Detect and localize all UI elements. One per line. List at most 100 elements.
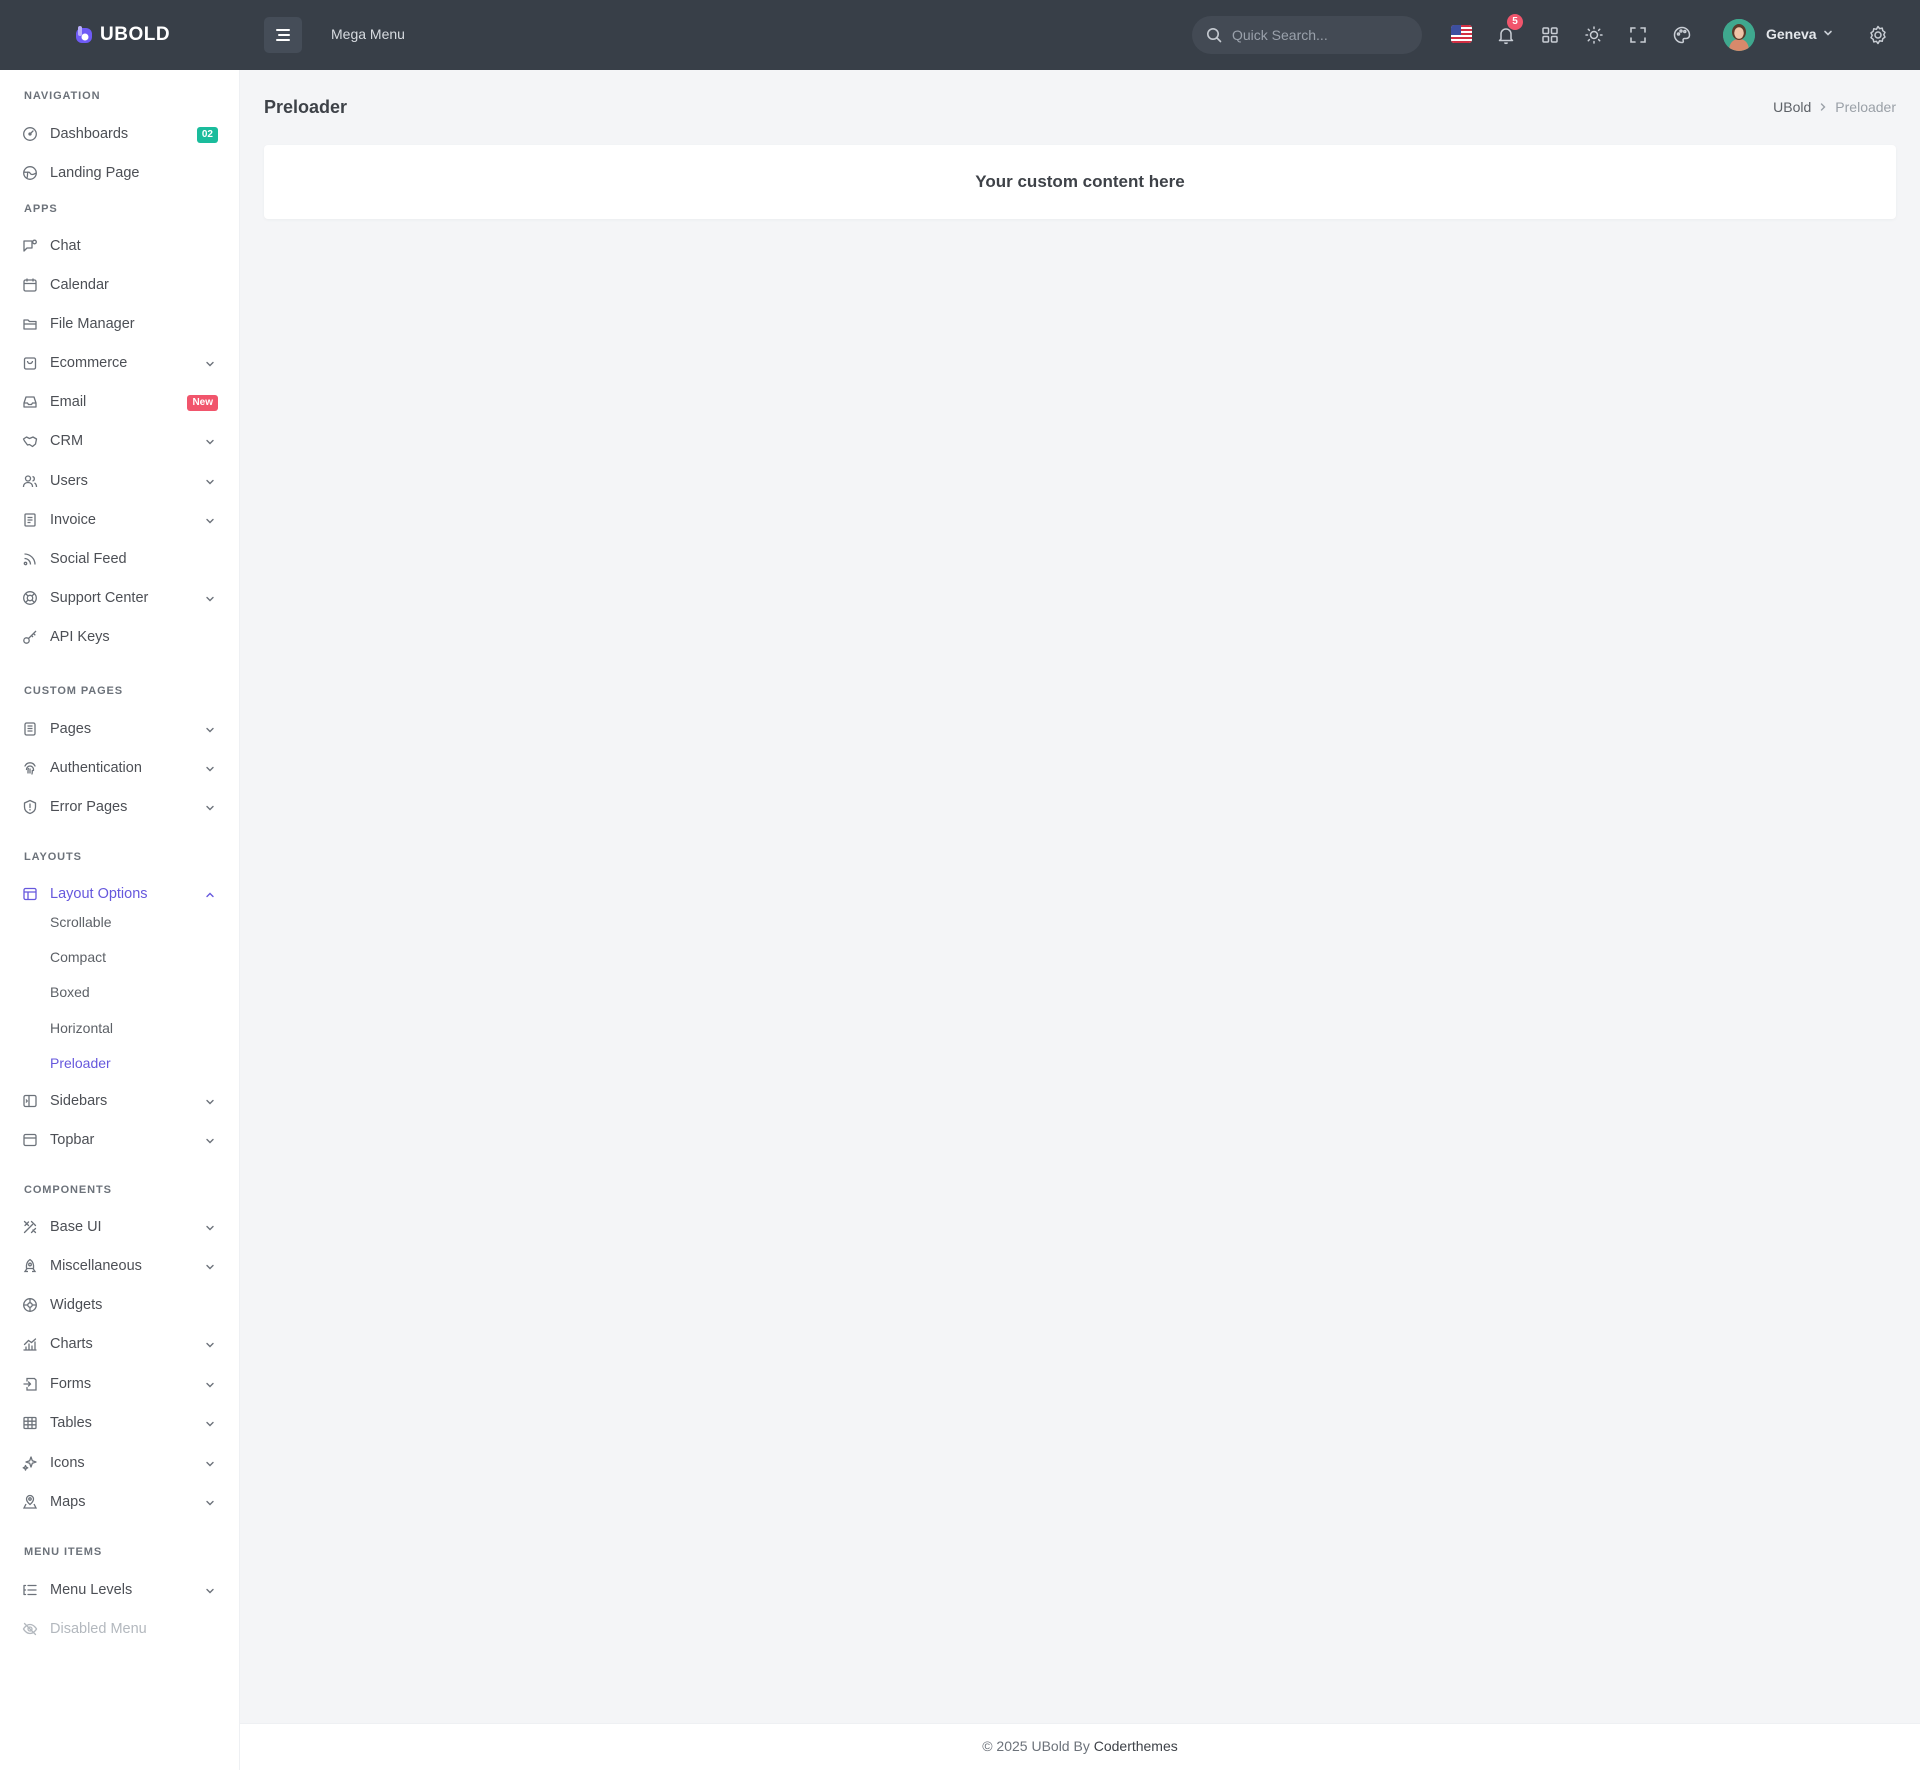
sub-item-boxed[interactable]: Boxed (50, 984, 90, 1000)
sidebar-item-layout-options[interactable]: Layout Options (0, 876, 240, 912)
layout-icon (23, 887, 37, 901)
sidebar-item-label: Invoice (50, 512, 96, 528)
file-text-icon (24, 722, 36, 736)
sidebar-item-label: Base UI (50, 1219, 102, 1235)
widget-icon (23, 1298, 37, 1312)
shopping-bag-icon (23, 357, 37, 370)
sub-item-compact[interactable]: Compact (50, 949, 106, 965)
custom-pages-section-title: CUSTOM PAGES (24, 685, 124, 697)
user-avatar[interactable] (1723, 19, 1755, 51)
search-box[interactable] (1192, 16, 1422, 54)
list-tree-icon (23, 1584, 37, 1596)
invoice-icon (24, 513, 36, 527)
us-flag-icon[interactable] (1451, 25, 1472, 43)
chevron-down-icon (206, 805, 214, 811)
sidebar-toggle-button[interactable] (264, 17, 302, 53)
sidebar-item-widgets[interactable]: Widgets (0, 1287, 240, 1323)
mega-menu-link[interactable]: Mega Menu (331, 26, 405, 42)
chevron-down-icon (206, 1382, 214, 1388)
sidebar-item-label: Forms (50, 1376, 92, 1392)
sidebar-item-users[interactable]: Users (0, 463, 240, 499)
sidebar-item-invoice[interactable]: Invoice (0, 502, 240, 538)
sidebar-item-crm[interactable]: CRM (0, 423, 240, 459)
map-pin-icon (22, 1494, 38, 1509)
settings-gear-icon[interactable] (1866, 23, 1890, 47)
card-text: Your custom content here (975, 172, 1185, 191)
new-badge: New (187, 395, 218, 411)
sidebar-item-menu-levels[interactable]: Menu Levels (0, 1572, 240, 1608)
calendar-icon (23, 278, 37, 292)
sidebar-item-chat[interactable]: Chat (0, 228, 240, 264)
sidebar-item-label: Dashboards (50, 126, 129, 142)
layouts-section-title: LAYOUTS (24, 851, 82, 863)
sidebar-item-label: Calendar (50, 277, 109, 293)
sub-item-scrollable[interactable]: Scrollable (50, 914, 111, 930)
count-badge: 02 (196, 127, 218, 143)
search-icon (1207, 28, 1222, 43)
palette-icon[interactable] (1670, 23, 1694, 47)
sidebar-item-file-manager[interactable]: File Manager (0, 306, 240, 342)
sidebar-item-pages[interactable]: Pages (0, 711, 240, 747)
sidebar-item-miscellaneous[interactable]: Miscellaneous (0, 1248, 240, 1284)
sidebar-item-email[interactable]: Email New (0, 384, 240, 420)
folder-icon (23, 319, 37, 330)
breadcrumb-current: Preloader (1835, 99, 1896, 115)
breadcrumb-link-home[interactable]: UBold (1773, 99, 1811, 115)
hamburger-icon (276, 29, 290, 41)
user-name[interactable]: Geneva (1766, 26, 1817, 42)
sidebar-item-tables[interactable]: Tables (0, 1405, 240, 1441)
sidebar-item-charts[interactable]: Charts (0, 1326, 240, 1362)
sidebar-item-support-center[interactable]: Support Center (0, 580, 240, 616)
chevron-down-icon (206, 1588, 214, 1594)
sidebar-item-icons[interactable]: Icons (0, 1445, 240, 1481)
fingerprint-icon (24, 762, 36, 775)
logo[interactable]: UBOLD (74, 24, 170, 46)
sidebar-item-label: CRM (50, 433, 84, 449)
chevron-down-icon (206, 1461, 214, 1467)
sidebar-item-error-pages[interactable]: Error Pages (0, 789, 240, 825)
sidebar-item-ecommerce[interactable]: Ecommerce (0, 345, 240, 381)
sidebar-item-label: Ecommerce (50, 355, 128, 371)
handshake-icon (22, 436, 38, 448)
notification-badge: 5 (1507, 14, 1523, 30)
sidebar-item-calendar[interactable]: Calendar (0, 267, 240, 303)
sidebar-item-label: Menu Levels (50, 1582, 133, 1598)
sidebar-item-label: Social Feed (50, 551, 127, 567)
sidebar-item-dashboards[interactable]: Dashboards 02 (0, 116, 240, 152)
content-card: Your custom content here (264, 145, 1896, 219)
sub-item-preloader[interactable]: Preloader (50, 1055, 111, 1071)
sidebar-item-social-feed[interactable]: Social Feed (0, 541, 240, 577)
chevron-down-icon (206, 1500, 214, 1506)
logo-text: UBOLD (100, 24, 171, 45)
chevron-down-icon (206, 518, 214, 524)
sidebar-item-api-keys[interactable]: API Keys (0, 619, 240, 655)
sidebar-item-sidebars[interactable]: Sidebars (0, 1083, 240, 1119)
fullscreen-icon[interactable] (1626, 23, 1650, 47)
sidebar-item-landing-page[interactable]: Landing Page (0, 155, 240, 191)
chevron-down-icon[interactable] (1823, 28, 1833, 38)
chevron-down-icon (206, 596, 214, 602)
chevron-down-icon (206, 1138, 214, 1144)
sidebar-item-topbar[interactable]: Topbar (0, 1122, 240, 1158)
chevron-down-icon (206, 1421, 214, 1427)
form-import-icon (23, 1377, 37, 1391)
sidebar-item-base-ui[interactable]: Base UI (0, 1209, 240, 1245)
footer-brand-link[interactable]: Coderthemes (1094, 1738, 1178, 1754)
menu-items-section-title: MENU ITEMS (24, 1546, 103, 1558)
sidebar-item-forms[interactable]: Forms (0, 1366, 240, 1402)
search-input[interactable] (1232, 27, 1402, 43)
chevron-down-icon (206, 1342, 214, 1348)
breadcrumb: UBold Preloader (1773, 99, 1896, 115)
sub-item-horizontal[interactable]: Horizontal (50, 1020, 113, 1036)
chevron-down-icon (206, 1264, 214, 1270)
apps-grid-icon[interactable] (1538, 23, 1562, 47)
lifebuoy-icon (23, 591, 37, 605)
sidebar-item-authentication[interactable]: Authentication (0, 750, 240, 786)
chevron-down-icon (206, 727, 214, 733)
sidebar-item-label: Disabled Menu (50, 1621, 147, 1637)
shield-alert-icon (23, 799, 37, 815)
sidebar-item-maps[interactable]: Maps (0, 1484, 240, 1520)
sidebar-item-label: File Manager (50, 316, 135, 332)
sidebar-item-label: Pages (50, 721, 92, 737)
sun-icon[interactable] (1582, 23, 1606, 47)
